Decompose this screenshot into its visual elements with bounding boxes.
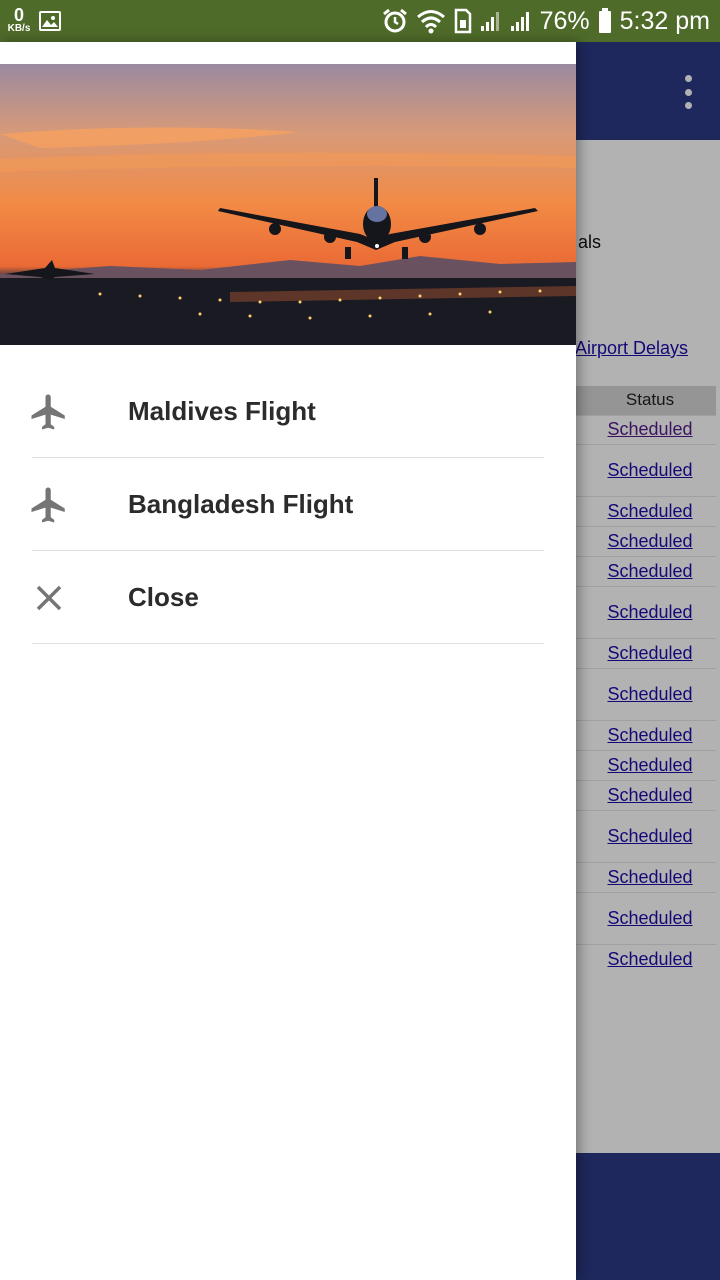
airplane-icon	[31, 394, 65, 430]
drawer-item-label: Close	[128, 581, 199, 612]
drawer-item-bangladesh-flight[interactable]: Bangladesh Flight	[31, 458, 544, 551]
signal-icon-2	[510, 12, 529, 31]
airplane-icon	[31, 487, 65, 523]
drawer-item-label: Bangladesh Flight	[128, 488, 354, 519]
network-speed-indicator: 0 KB/s	[5, 6, 33, 34]
gallery-icon	[39, 11, 61, 31]
navigation-drawer: Maldives Flight Bangladesh Flight Close	[0, 42, 576, 1280]
signal-icon	[480, 12, 499, 31]
drawer-item-label: Maldives Flight	[128, 395, 316, 426]
network-speed-value: 0	[13, 5, 24, 25]
sim-icon	[454, 8, 471, 34]
drawer-item-close[interactable]: Close	[32, 551, 544, 644]
status-bar: 0 KB/s 76% 5:32 pm	[0, 0, 720, 42]
drawer-header-image	[0, 64, 576, 345]
battery-percent: 76%	[539, 6, 590, 35]
alarm-icon	[382, 8, 407, 33]
drawer-menu: Maldives Flight Bangladesh Flight Close	[0, 365, 576, 644]
drawer-item-maldives-flight[interactable]: Maldives Flight	[31, 365, 544, 458]
clock: 5:32 pm	[619, 6, 710, 35]
battery-icon	[598, 8, 611, 33]
close-icon	[36, 585, 62, 611]
wifi-icon	[416, 10, 445, 34]
network-speed-unit: KB/s	[7, 23, 31, 34]
